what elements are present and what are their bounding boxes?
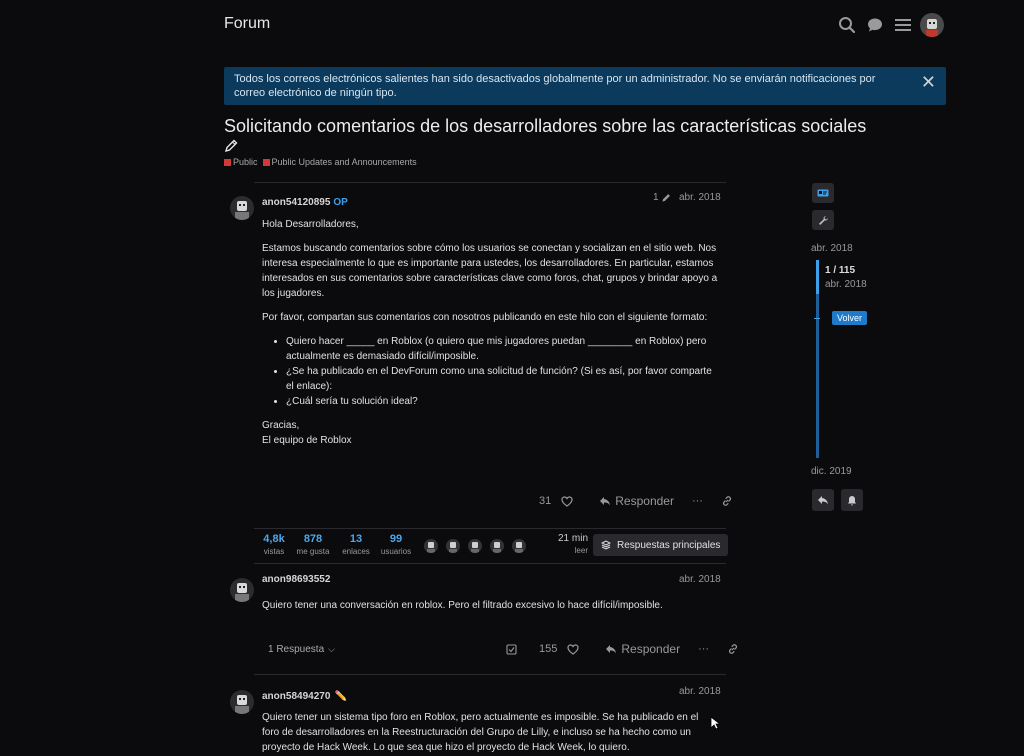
site-title[interactable]: Forum — [224, 15, 270, 33]
reply-icon — [818, 496, 828, 505]
timeline-start-date[interactable]: abr. 2018 — [811, 243, 853, 254]
list-item: ¿Se ha publicado en el DevForum como una… — [286, 364, 722, 394]
like-count: 31 — [539, 495, 552, 507]
post-date[interactable]: abr. 2018 — [679, 574, 721, 585]
post-greeting: Hola Desarrolladores, — [262, 219, 359, 230]
close-icon[interactable]: ✕ — [921, 73, 936, 91]
avatar[interactable] — [230, 578, 254, 602]
post-paragraph: Estamos buscando comentarios sobre cómo … — [262, 243, 718, 299]
more-icon[interactable]: ··· — [698, 643, 709, 655]
likes-stat: 878 me gusta — [296, 533, 330, 556]
reply-button[interactable]: Responder — [599, 494, 674, 508]
topic-title: Solicitando comentarios de los desarroll… — [224, 116, 867, 136]
heart-icon[interactable] — [561, 495, 573, 507]
participant-avatar[interactable] — [424, 539, 438, 553]
heart-icon[interactable] — [567, 643, 579, 655]
category-public[interactable]: Public — [224, 157, 258, 167]
top-replies-button[interactable]: Respuestas principales — [593, 534, 729, 556]
post-list: Quiero hacer _____ en Roblox (o quiero q… — [286, 334, 722, 409]
global-notice-banner: Todos los correos electrónicos salientes… — [224, 67, 946, 105]
username[interactable]: anon58494270 — [262, 691, 330, 702]
op-badge: OP — [333, 197, 348, 208]
wrench-icon — [818, 215, 828, 225]
participant-avatar[interactable] — [446, 539, 460, 553]
reply-topic-button[interactable] — [812, 489, 834, 511]
participant-avatar[interactable] — [490, 539, 504, 553]
post-divider — [254, 182, 726, 183]
timeline-position: 1 / 115 — [825, 265, 856, 276]
edit-history[interactable]: 1 — [653, 192, 671, 203]
list-item: Quiero hacer _____ en Roblox (o quiero q… — [286, 334, 722, 364]
user-avatar[interactable] — [920, 13, 944, 37]
search-icon[interactable] — [836, 14, 858, 36]
post-date[interactable]: abr. 2018 — [679, 686, 721, 697]
menu-icon[interactable] — [892, 14, 914, 36]
reply-icon — [600, 497, 611, 506]
post-author: anon54120895 OP — [262, 192, 348, 210]
username[interactable]: anon54120895 — [262, 197, 330, 208]
list-item: ¿Cuál sería tu solución ideal? — [286, 394, 722, 409]
participant-avatar[interactable] — [512, 539, 526, 553]
link-icon[interactable] — [721, 495, 733, 507]
like-count: 155 — [539, 643, 558, 655]
post-date[interactable]: abr. 2018 — [679, 192, 721, 203]
post-body: Quiero tener una conversación en roblox.… — [262, 600, 663, 611]
post-actions: 31 Responder ··· — [539, 494, 733, 508]
timeline-end-date[interactable]: dic. 2019 — [811, 466, 852, 477]
reply-icon — [606, 645, 617, 654]
post-body: Quiero tener un sistema tipo foro en Rob… — [262, 712, 699, 753]
topic-admin-button[interactable] — [812, 183, 834, 203]
replies-toggle[interactable]: 1 Respuesta ⌵ — [268, 644, 335, 655]
last-read-marker — [814, 318, 820, 319]
users-stat[interactable]: 99 usuarios — [378, 533, 414, 556]
username[interactable]: anon98693552 — [262, 574, 330, 585]
post-paragraph: Por favor, compartan sus comentarios con… — [262, 312, 708, 323]
chevron-down-icon: ⌵ — [328, 644, 335, 654]
mouse-cursor-icon — [710, 716, 722, 735]
post-signature: El equipo de Roblox — [262, 435, 352, 446]
notification-button[interactable] — [841, 489, 863, 511]
category-swatch — [224, 158, 231, 166]
post-divider — [254, 674, 726, 675]
participant-avatar[interactable] — [468, 539, 482, 553]
category-updates[interactable]: Public Updates and Announcements — [262, 157, 417, 167]
bell-icon — [848, 495, 856, 505]
user-flair: ✏️ — [334, 691, 348, 702]
chat-icon[interactable] — [864, 14, 886, 36]
solution-check-icon[interactable] — [506, 643, 517, 655]
category-badges: Public Public Updates and Announcements — [224, 157, 417, 167]
layers-icon — [601, 540, 611, 550]
link-icon[interactable] — [727, 643, 739, 655]
post-actions: 155 Responder ··· — [506, 642, 739, 656]
timeline-handle[interactable] — [816, 260, 819, 294]
reply-button[interactable]: Responder — [605, 642, 680, 656]
wrench-button[interactable] — [812, 210, 834, 230]
category-swatch — [262, 158, 270, 166]
post-author: anon58494270 ✏️ — [262, 686, 347, 704]
post-closing: Gracias, — [262, 420, 300, 431]
back-button[interactable]: Volver — [832, 311, 868, 325]
card-icon — [817, 189, 829, 197]
avatar[interactable] — [230, 690, 254, 714]
views-stat: 4,8k vistas — [263, 533, 285, 556]
banner-text: Todos los correos electrónicos salientes… — [234, 73, 876, 99]
links-stat[interactable]: 13 enlaces — [338, 533, 374, 556]
pencil-icon — [661, 193, 670, 202]
read-time: 21 min leer — [557, 533, 588, 555]
post-body: Hola Desarrolladores, Estamos buscando c… — [262, 217, 722, 448]
more-icon[interactable]: ··· — [692, 495, 703, 507]
avatar[interactable] — [230, 196, 254, 220]
timeline-position-date: abr. 2018 — [825, 279, 867, 290]
edit-title-icon[interactable] — [224, 139, 240, 155]
